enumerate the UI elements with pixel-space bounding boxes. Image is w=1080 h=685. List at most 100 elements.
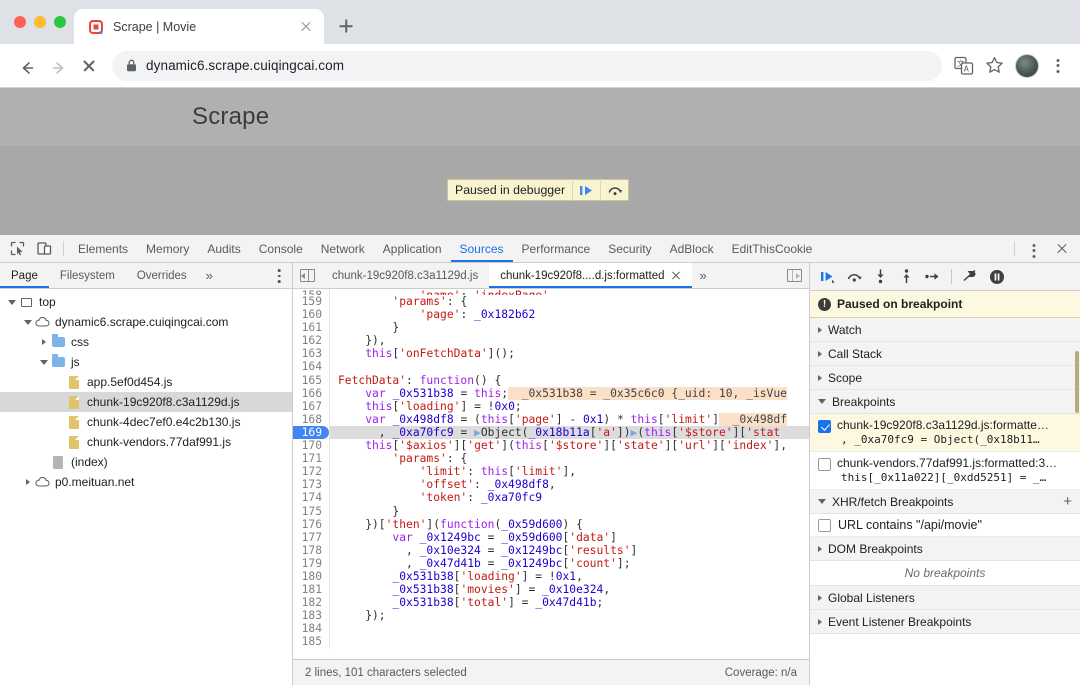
window-controls[interactable]	[10, 0, 74, 44]
line-number[interactable]: 173	[293, 478, 329, 492]
line-number[interactable]: 183	[293, 609, 329, 623]
code-line[interactable]: 172 'limit': this['limit'],	[293, 465, 809, 479]
line-number[interactable]: 171	[293, 452, 329, 466]
code-line[interactable]: 184	[293, 622, 809, 636]
code-line[interactable]: 176 })['then'](function(_0x59d600) {	[293, 517, 809, 531]
line-number[interactable]: 167	[293, 399, 329, 413]
line-number[interactable]: 170	[293, 439, 329, 453]
breakpoint-item[interactable]: chunk-vendors.77daf991.js:formatted:3… t…	[810, 452, 1080, 490]
section-scope[interactable]: Scope	[810, 366, 1080, 390]
tab-elements[interactable]: Elements	[69, 235, 137, 262]
tree-item[interactable]: chunk-19c920f8.c3a1129d.js	[0, 392, 292, 412]
step-over-icon[interactable]	[600, 179, 628, 201]
devtools-close-button[interactable]	[1048, 235, 1076, 262]
code-line[interactable]: 175 }	[293, 504, 809, 518]
address-bar[interactable]: dynamic6.scrape.cuiqingcai.com	[112, 50, 942, 81]
code-line[interactable]: 169 , _0xa70fc9 = ▶Object(_0x18b11a['a']…	[293, 425, 809, 440]
line-number[interactable]: 180	[293, 569, 329, 584]
line-number[interactable]: 174	[293, 491, 329, 505]
line-number[interactable]: 175	[293, 504, 329, 518]
code-line[interactable]: 159 'params': {	[293, 295, 809, 309]
tree-item[interactable]: js	[0, 352, 292, 372]
tab-editthiscookie[interactable]: EditThisCookie	[723, 235, 822, 262]
bookmark-button[interactable]	[980, 52, 1008, 80]
tree-twisty[interactable]	[6, 299, 18, 305]
code-line[interactable]: 173 'offset': _0x498df8,	[293, 478, 809, 492]
code-line[interactable]: 161 }	[293, 321, 809, 335]
code-line[interactable]: 181 _0x531b38['movies'] = _0x10e324,	[293, 583, 809, 597]
tree-item[interactable]: chunk-4dec7ef0.e4c2b130.js	[0, 412, 292, 432]
editor-tab-original[interactable]: chunk-19c920f8.c3a1129d.js	[321, 263, 489, 288]
close-icon[interactable]	[298, 19, 314, 35]
code-line[interactable]: 165 FetchData': function() {	[293, 373, 809, 387]
close-window-button[interactable]	[14, 16, 26, 28]
code-line[interactable]: 162 }),	[293, 334, 809, 348]
line-number[interactable]: 172	[293, 465, 329, 479]
code-line[interactable]: 177 var _0x1249bc = _0x59d600['data']	[293, 530, 809, 544]
tree-twisty[interactable]	[38, 339, 50, 345]
tab-audits[interactable]: Audits	[198, 235, 249, 262]
code-line[interactable]: 171 'params': {	[293, 452, 809, 466]
tree-twisty[interactable]	[22, 479, 34, 485]
tree-item[interactable]: css	[0, 332, 292, 352]
inspect-element-icon[interactable]	[4, 235, 31, 262]
pause-on-exceptions-icon[interactable]	[985, 265, 1009, 289]
show-debugger-button[interactable]	[779, 263, 809, 288]
code-line[interactable]: 182 _0x531b38['total'] = _0x47d41b;	[293, 596, 809, 610]
tab-sources[interactable]: Sources	[450, 235, 513, 262]
editor-tab-formatted[interactable]: chunk-19c920f8....d.js:formatted	[489, 263, 692, 288]
maximize-window-button[interactable]	[54, 16, 66, 28]
line-number[interactable]: 182	[293, 596, 329, 610]
code-line[interactable]: 163 this['onFetchData']();	[293, 347, 809, 361]
line-number[interactable]: 168	[293, 412, 329, 426]
deactivate-breakpoints-icon[interactable]	[959, 265, 983, 289]
line-number[interactable]: 160	[293, 308, 329, 322]
line-number[interactable]: 161	[293, 321, 329, 335]
line-number[interactable]: 164	[293, 360, 329, 374]
forward-button[interactable]	[42, 51, 72, 81]
nav-tab-overrides[interactable]: Overrides	[126, 263, 198, 288]
add-xhr-breakpoint-button[interactable]: +	[1063, 494, 1072, 509]
section-global-listeners[interactable]: Global Listeners	[810, 586, 1080, 610]
code-line[interactable]: 183 });	[293, 609, 809, 623]
step-icon[interactable]	[920, 265, 944, 289]
devtools-menu-button[interactable]	[1020, 235, 1048, 262]
code-viewer[interactable]: 158 'name': 'indexPage',159 'params': {1…	[293, 289, 809, 659]
tab-memory[interactable]: Memory	[137, 235, 198, 262]
code-line[interactable]: 180 _0x531b38['loading'] = !0x1,	[293, 569, 809, 584]
code-line[interactable]: 166 var _0x531b38 = this; _0x531b38 = _0…	[293, 386, 809, 400]
line-number[interactable]: 162	[293, 334, 329, 348]
close-icon[interactable]	[671, 271, 681, 281]
resume-script-execution-icon[interactable]	[816, 265, 840, 289]
navigator-menu-button[interactable]	[266, 263, 292, 288]
tab-application[interactable]: Application	[374, 235, 451, 262]
line-number[interactable]: 166	[293, 386, 329, 400]
stop-loading-button[interactable]	[74, 51, 104, 81]
tree-item[interactable]: chunk-vendors.77daf991.js	[0, 432, 292, 452]
resume-icon[interactable]	[572, 179, 600, 201]
xhr-breakpoint-item[interactable]: URL contains "/api/movie"	[810, 514, 1080, 537]
chrome-menu-button[interactable]	[1046, 54, 1070, 78]
step-over-icon[interactable]	[842, 265, 866, 289]
step-out-icon[interactable]	[894, 265, 918, 289]
code-line[interactable]: 179 , _0x47d41b = _0x1249bc['count'];	[293, 556, 809, 570]
tab-adblock[interactable]: AdBlock	[661, 235, 723, 262]
line-number[interactable]: 169	[293, 425, 329, 440]
tree-item[interactable]: dynamic6.scrape.cuiqingcai.com	[0, 312, 292, 332]
tree-twisty[interactable]	[22, 319, 34, 325]
profile-avatar[interactable]	[1015, 53, 1039, 78]
code-line[interactable]: 160 'page': _0x182b62	[293, 308, 809, 322]
tab-performance[interactable]: Performance	[513, 235, 600, 262]
code-line[interactable]: 164	[293, 360, 809, 374]
code-line[interactable]: 170 this['$axios']['get'](this['$store']…	[293, 439, 809, 453]
tree-item[interactable]: app.5ef0d454.js	[0, 372, 292, 392]
line-number[interactable]: 179	[293, 556, 329, 570]
scrollbar-thumb[interactable]	[1075, 351, 1079, 413]
line-number[interactable]: 181	[293, 583, 329, 597]
code-line[interactable]: 174 'token': _0xa70fc9	[293, 491, 809, 505]
section-call-stack[interactable]: Call Stack	[810, 342, 1080, 366]
section-breakpoints[interactable]: Breakpoints	[810, 390, 1080, 414]
browser-tab[interactable]: Scrape | Movie	[74, 9, 324, 44]
xhr-breakpoint-checkbox[interactable]	[818, 518, 831, 532]
tab-network[interactable]: Network	[312, 235, 374, 262]
